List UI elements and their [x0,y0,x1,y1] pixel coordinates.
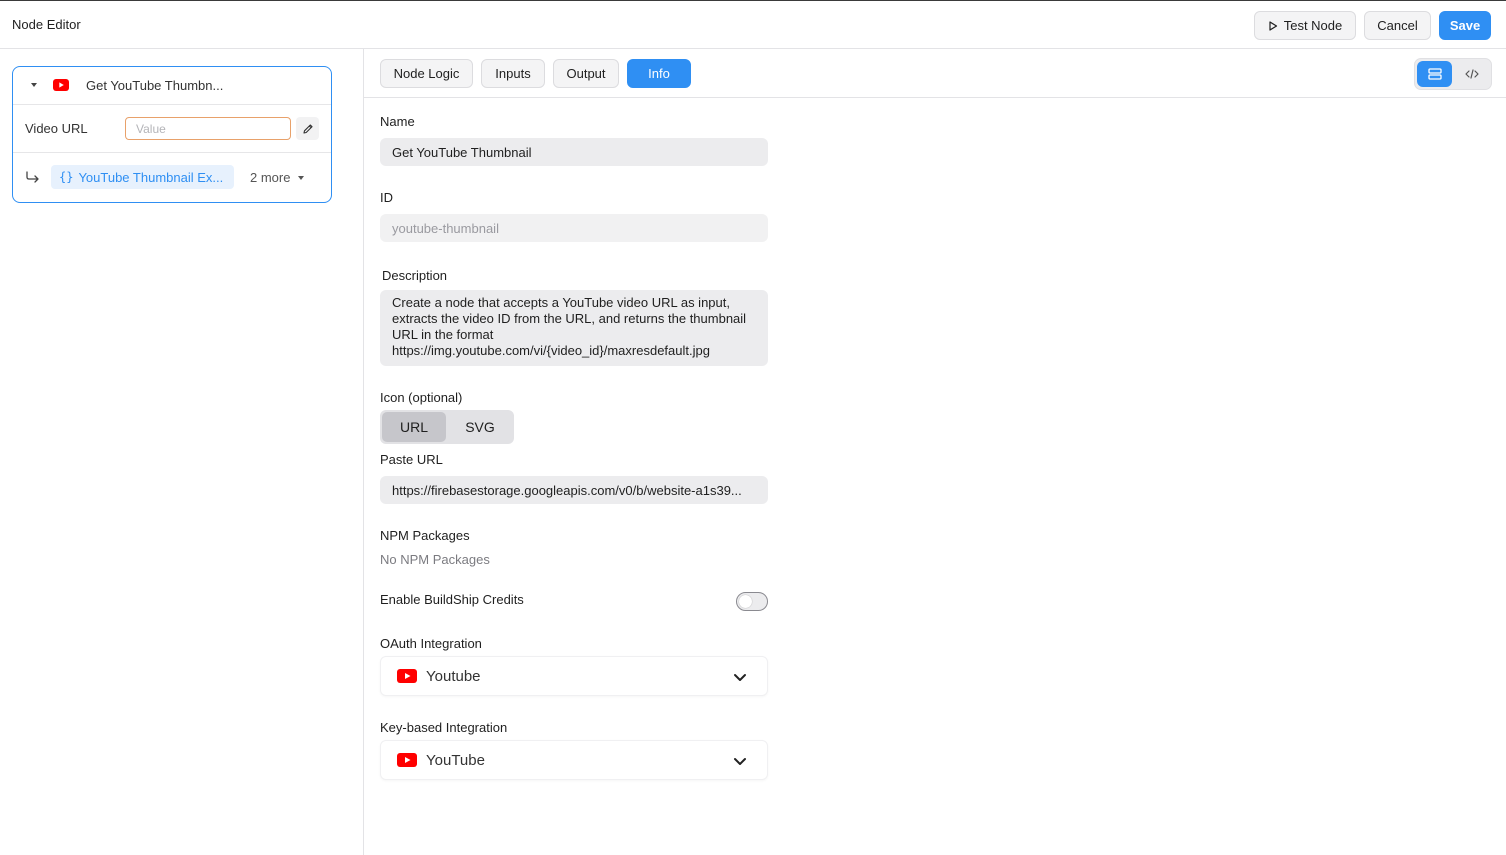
code-view-icon [1464,69,1479,79]
key-integration-label: Key-based Integration [380,720,508,735]
tab-output[interactable]: Output [553,59,619,88]
tab-info[interactable]: Info [627,59,691,88]
oauth-integration-value: Youtube [426,667,481,685]
credits-toggle[interactable] [736,592,768,611]
description-label: Description [382,268,448,283]
chevron-down-icon [734,674,746,681]
page-title: Node Editor [12,17,81,32]
node-input-row: Video URL [13,105,331,153]
icon-svg-option[interactable]: SVG [448,412,512,442]
tab-inputs[interactable]: Inputs [481,59,545,88]
key-integration-value: YouTube [426,751,485,769]
youtube-icon [53,79,69,91]
return-arrow-icon [26,171,39,183]
node-preview-panel: Get YouTube Thumbn... Video URL {} YouTu… [0,49,364,855]
id-label: ID [380,190,393,205]
node-output-row: {} YouTube Thumbnail Ex... 2 more [13,153,331,202]
node-title: Get YouTube Thumbn... [86,78,224,93]
icon-url-option[interactable]: URL [382,412,446,442]
more-outputs-dropdown[interactable]: 2 more [250,170,305,185]
npm-label: NPM Packages [380,528,470,543]
collapse-caret-icon[interactable] [31,83,37,87]
pencil-icon [302,123,313,134]
paste-url-label: Paste URL [380,452,443,467]
code-view-button[interactable] [1454,61,1489,87]
tab-node-logic[interactable]: Node Logic [380,59,473,88]
cancel-button[interactable]: Cancel [1364,11,1431,40]
output-chip-label: YouTube Thumbnail Ex... [78,169,224,185]
credits-label: Enable BuildShip Credits [380,592,524,607]
toggle-knob [739,595,752,608]
oauth-integration-select[interactable]: Youtube [380,656,768,696]
test-node-button[interactable]: Test Node [1254,11,1356,40]
output-chip[interactable]: {} YouTube Thumbnail Ex... [51,165,234,189]
name-field[interactable]: Get YouTube Thumbnail [380,138,768,166]
oauth-label: OAuth Integration [380,636,482,651]
view-toggle [1414,58,1492,90]
top-header: Node Editor Test Node Cancel Save [0,1,1506,49]
node-card[interactable]: Get YouTube Thumbn... Video URL {} YouTu… [12,66,332,203]
play-icon [1269,20,1277,31]
key-integration-select[interactable]: YouTube [380,740,768,780]
list-view-icon [1427,68,1442,80]
edit-input-button[interactable] [296,117,319,140]
id-field[interactable]: youtube-thumbnail [380,214,768,242]
tab-bar: Node Logic Inputs Output Info [364,49,1506,98]
node-card-header[interactable]: Get YouTube Thumbn... [13,67,331,105]
npm-empty-text: No NPM Packages [380,552,490,567]
list-view-button[interactable] [1417,61,1452,87]
icon-type-switch: URL SVG [380,410,514,444]
save-button[interactable]: Save [1439,11,1491,40]
paste-url-field[interactable]: https://firebasestorage.googleapis.com/v… [380,476,768,504]
test-node-label: Test Node [1283,18,1343,33]
icon-label: Icon (optional) [380,390,463,405]
chevron-down-icon [298,175,305,180]
braces-icon: {} [59,170,74,184]
video-url-input[interactable] [125,117,291,140]
chevron-down-icon [734,758,746,765]
name-label: Name [380,114,415,129]
description-field[interactable]: Create a node that accepts a YouTube vid… [380,290,768,366]
video-url-label: Video URL [25,121,88,136]
youtube-icon [397,669,417,683]
youtube-icon [397,753,417,767]
more-outputs-label: 2 more [250,170,291,185]
editor-panel: Node Logic Inputs Output Info Name Get Y… [364,49,1506,855]
